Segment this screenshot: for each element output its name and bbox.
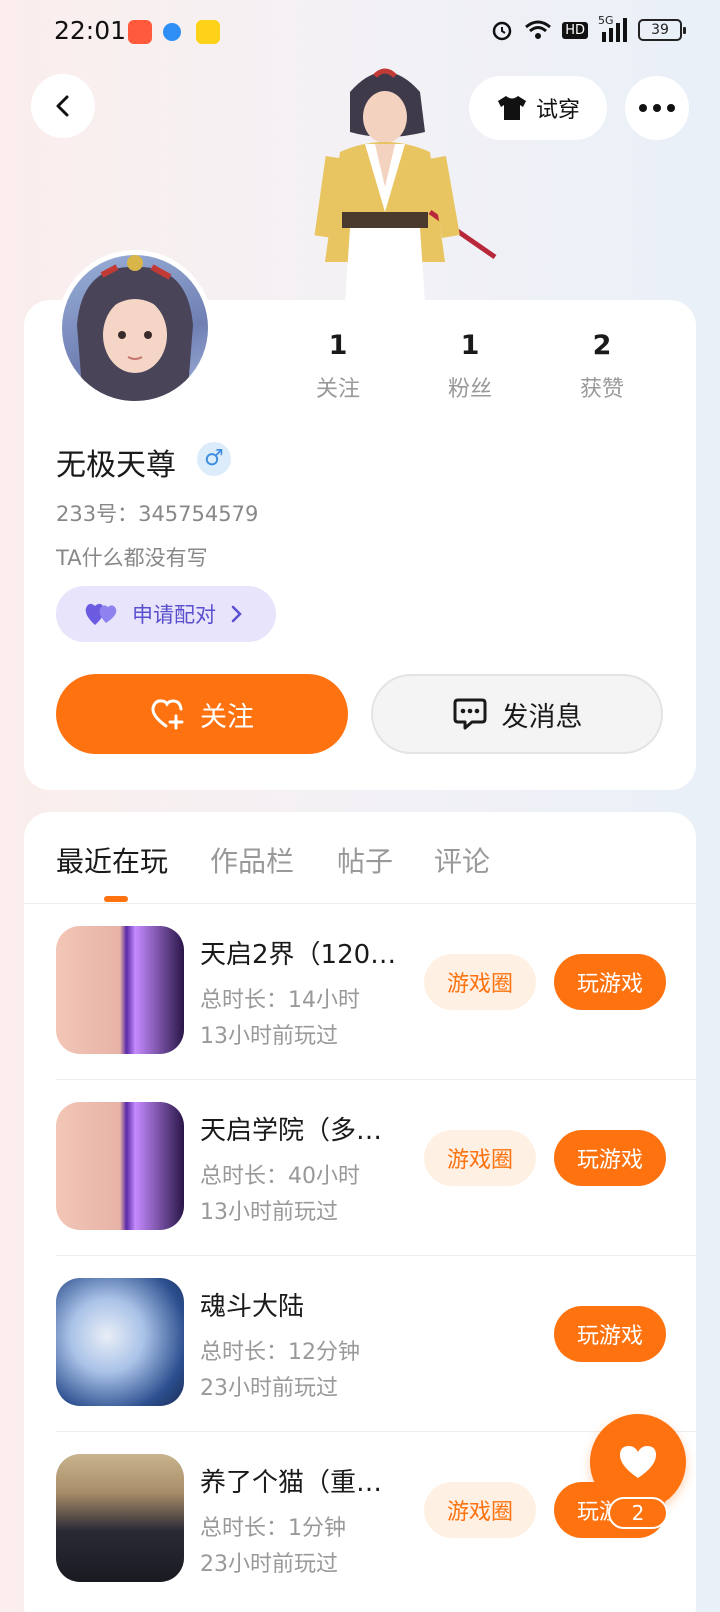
- app-notification-icon: [163, 23, 181, 41]
- game-title: 魂斗大陆: [200, 1292, 305, 1322]
- status-time: 22:01: [54, 16, 127, 45]
- stat-fans[interactable]: 1 粉丝: [410, 330, 530, 403]
- profile-name: 无极天尊: [56, 448, 176, 483]
- game-last-played: 23小时前玩过: [200, 1376, 338, 1401]
- app-notification-icon: [196, 20, 220, 44]
- back-button[interactable]: [31, 74, 95, 138]
- game-row[interactable]: 魂斗大陆 总时长：12分钟 23小时前玩过 玩游戏: [24, 1256, 696, 1432]
- chat-bubble-icon: [453, 698, 486, 730]
- game-icon: [56, 1454, 184, 1582]
- status-bar: 22:01 HD 5G 39: [0, 0, 720, 66]
- stat-label: 关注: [315, 377, 360, 402]
- battery-level: 39: [651, 22, 669, 38]
- follow-button[interactable]: 关注: [56, 674, 348, 754]
- apply-pair-label: 申请配对: [132, 603, 216, 627]
- profile-tabs: 最近在玩 作品栏 帖子 评论: [24, 812, 696, 904]
- recent-games-card: 最近在玩 作品栏 帖子 评论 天启2界（120… 总时长：14小时 13小时前玩…: [24, 812, 696, 1612]
- tab-works[interactable]: 作品栏: [210, 840, 294, 880]
- game-circle-button[interactable]: 游戏圈: [424, 1130, 536, 1186]
- hd-badge: HD: [562, 21, 588, 39]
- profile-bio: TA什么都没有写: [56, 546, 208, 570]
- stat-label: 获赞: [579, 377, 624, 402]
- wifi-icon: [525, 20, 552, 39]
- stat-value: 2: [592, 330, 612, 361]
- male-icon: ♂: [197, 442, 231, 476]
- stat-value: 1: [328, 330, 348, 361]
- more-options-button[interactable]: [625, 76, 689, 140]
- play-game-button[interactable]: 玩游戏: [554, 1130, 666, 1186]
- game-last-played: 13小时前玩过: [200, 1200, 338, 1225]
- game-row[interactable]: 天启学院（多… 总时长：40小时 13小时前玩过 游戏圈 玩游戏: [24, 1080, 696, 1256]
- floating-like-button[interactable]: [590, 1414, 686, 1510]
- game-icon: [56, 1278, 184, 1406]
- game-icon: [56, 1102, 184, 1230]
- hearts-icon: [85, 603, 117, 625]
- chevron-left-icon: [56, 95, 69, 117]
- tab-posts[interactable]: 帖子: [337, 840, 393, 880]
- avatar-3d-figure: [314, 68, 497, 302]
- game-row[interactable]: 天启2界（120… 总时长：14小时 13小时前玩过 游戏圈 玩游戏: [24, 904, 696, 1080]
- game-circle-button[interactable]: 游戏圈: [424, 954, 536, 1010]
- avatar[interactable]: [57, 250, 213, 406]
- play-game-button[interactable]: 玩游戏: [554, 1306, 666, 1362]
- tab-comments[interactable]: 评论: [434, 840, 490, 880]
- stat-likes[interactable]: 2 获赞: [542, 330, 662, 403]
- game-title: 天启2界（120…: [200, 940, 397, 970]
- follow-label: 关注: [200, 701, 254, 733]
- game-last-played: 13小时前玩过: [200, 1024, 338, 1049]
- heart-plus-icon: [151, 699, 184, 730]
- like-count-badge: 2: [608, 1497, 668, 1529]
- game-icon: [56, 926, 184, 1054]
- chevron-right-icon: [231, 605, 242, 623]
- play-game-button[interactable]: 玩游戏: [554, 954, 666, 1010]
- game-duration: 总时长：14小时: [200, 988, 360, 1013]
- try-on-label: 试穿: [535, 98, 580, 123]
- signal-icon: 5G: [598, 14, 628, 42]
- send-message-button[interactable]: 发消息: [371, 674, 663, 754]
- battery-indicator: 39: [638, 19, 686, 41]
- game-circle-button[interactable]: 游戏圈: [424, 1482, 536, 1538]
- game-duration: 总时长：12分钟: [200, 1340, 360, 1365]
- stat-label: 粉丝: [447, 377, 492, 402]
- alarm-icon: [492, 21, 512, 41]
- app-notification-icon: [128, 20, 152, 44]
- send-message-label: 发消息: [501, 701, 583, 733]
- more-icon: [639, 104, 675, 112]
- tab-recent-played[interactable]: 最近在玩: [56, 840, 168, 880]
- tshirt-icon: [497, 96, 526, 120]
- game-duration: 总时长：40小时: [200, 1164, 360, 1189]
- heart-icon: [620, 1446, 656, 1478]
- tab-indicator: [104, 896, 128, 902]
- game-title: 养了个猫（重…: [200, 1468, 383, 1498]
- stat-following[interactable]: 1 关注: [278, 330, 398, 403]
- game-duration: 总时长：1分钟: [200, 1516, 346, 1541]
- user-id: 233号：345754579: [56, 502, 259, 526]
- stat-value: 1: [460, 330, 480, 361]
- apply-pair-button[interactable]: 申请配对: [56, 586, 276, 642]
- game-title: 天启学院（多…: [200, 1116, 383, 1146]
- game-last-played: 23小时前玩过: [200, 1552, 338, 1577]
